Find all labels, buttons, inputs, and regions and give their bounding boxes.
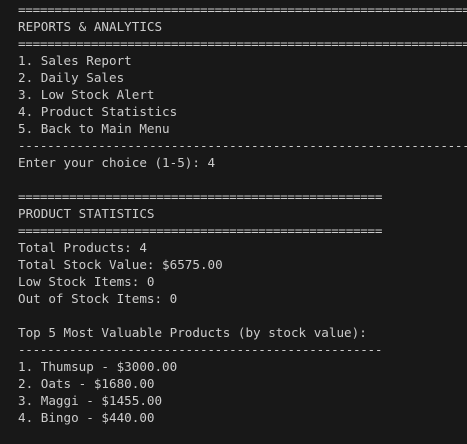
stats-rule-top: ========================================… [18,189,383,204]
menu-rule-mid: ========================================… [18,36,467,51]
menu-option-product-statistics: 4. Product Statistics [18,104,178,119]
menu-option-sales-report: 1. Sales Report [18,53,132,68]
total-stock-value: Total Stock Value: $6575.00 [18,257,223,272]
menu-option-daily-sales: 2. Daily Sales [18,70,125,85]
stats-rule-mid: ========================================… [18,223,383,238]
choice-prompt: Enter your choice (1-5): 4 [18,155,216,170]
top-product-item: 2. Oats - $1680.00 [18,376,155,391]
menu-rule-bottom: ----------------------------------------… [18,138,467,153]
total-products: Total Products: 4 [18,240,147,255]
terminal-output[interactable]: ========================================… [0,0,467,444]
top-products-rule: ----------------------------------------… [18,342,383,357]
menu-option-low-stock-alert: 3. Low Stock Alert [18,87,155,102]
top-product-item: 3. Maggi - $1455.00 [18,393,163,408]
stats-title: PRODUCT STATISTICS [18,206,155,221]
menu-rule-top: ========================================… [18,2,467,17]
low-stock-items: Low Stock Items: 0 [18,274,155,289]
out-of-stock-items: Out of Stock Items: 0 [18,291,178,306]
top-product-item: 4. Bingo - $440.00 [18,410,155,425]
top-products-heading: Top 5 Most Valuable Products (by stock v… [18,325,367,340]
menu-title: REPORTS & ANALYTICS [18,19,163,34]
top-product-item: 1. Thumsup - $3000.00 [18,359,178,374]
menu-option-back: 5. Back to Main Menu [18,121,170,136]
